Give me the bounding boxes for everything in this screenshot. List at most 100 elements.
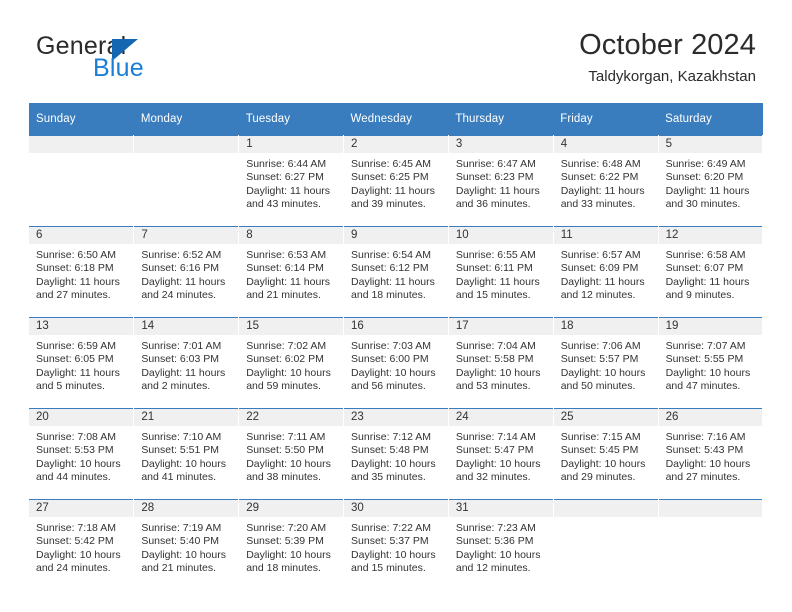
day-detail-line: Daylight: 10 hours <box>560 366 646 379</box>
calendar-week-row: 6 Sunrise: 6:50 AM Sunset: 6:18 PM Daylight… <box>29 226 764 318</box>
day-detail-line: and 44 minutes. <box>36 471 111 484</box>
day-details: Sunrise: 6:54 AM Sunset: 6:12 PM Daylight:… <box>344 244 447 303</box>
day-details: Sunrise: 7:01 AM Sunset: 6:03 PM Daylight:… <box>134 335 237 394</box>
day-detail-line: Sunset: 6:27 PM <box>246 171 324 184</box>
day-number: 17 <box>455 320 469 332</box>
day-number-bar: 16 <box>344 318 448 335</box>
day-detail-line: Sunset: 5:58 PM <box>455 353 534 366</box>
day-details: Sunrise: 7:10 AM Sunset: 5:51 PM Daylight:… <box>134 426 237 485</box>
calendar-day-cell[interactable]: 15 Sunrise: 7:02 AM Sunset: 6:02 PM Dayligh… <box>238 317 345 409</box>
calendar-day-cell[interactable]: 10 Sunrise: 6:55 AM Sunset: 6:11 PM Dayligh… <box>448 226 554 318</box>
calendar-day-cell[interactable]: 27 Sunrise: 7:18 AM Sunset: 5:42 PM Dayligh… <box>29 499 135 590</box>
day-details: Sunrise: 6:49 AM Sunset: 6:20 PM Daylight:… <box>659 153 762 212</box>
calendar-day-cell[interactable]: 14 Sunrise: 7:01 AM Sunset: 6:03 PM Dayligh… <box>133 317 240 409</box>
calendar-day-cell[interactable]: 30 Sunrise: 7:22 AM Sunset: 5:37 PM Dayligh… <box>343 499 449 590</box>
day-detail-line: Daylight: 10 hours <box>351 457 436 470</box>
calendar-day-cell[interactable]: 21 Sunrise: 7:10 AM Sunset: 5:51 PM Dayligh… <box>133 408 240 500</box>
day-details: Sunrise: 7:04 AM Sunset: 5:58 PM Daylight:… <box>449 335 552 394</box>
calendar-day-cell[interactable]: 31 Sunrise: 7:23 AM Sunset: 5:36 PM Dayligh… <box>448 499 554 590</box>
day-number: 4 <box>560 138 568 150</box>
day-number-bar: 17 <box>448 318 553 335</box>
page-subtitle: Taldykorgan, Kazakhstan <box>588 68 756 86</box>
calendar-day-cell[interactable]: 19 Sunrise: 7:07 AM Sunset: 5:55 PM Dayligh… <box>658 317 764 409</box>
calendar-day-cell[interactable]: 2 Sunrise: 6:45 AM Sunset: 6:25 PM Daylight… <box>343 135 449 227</box>
day-number: 28 <box>141 502 155 514</box>
calendar-day-cell[interactable]: 26 Sunrise: 7:16 AM Sunset: 5:43 PM Dayligh… <box>658 408 764 500</box>
calendar-day-cell[interactable]: 3 Sunrise: 6:47 AM Sunset: 6:23 PM Daylight… <box>448 135 554 227</box>
day-detail-line: and 12 minutes. <box>560 289 636 302</box>
day-details: Sunrise: 6:48 AM Sunset: 6:22 PM Daylight:… <box>554 153 657 212</box>
calendar-week-row: 20 Sunrise: 7:08 AM Sunset: 5:53 PM Dayligh… <box>29 408 764 500</box>
calendar-day-cell[interactable]: 17 Sunrise: 7:04 AM Sunset: 5:58 PM Dayligh… <box>448 317 554 409</box>
calendar-day-cell[interactable]: 5 Sunrise: 6:49 AM Sunset: 6:20 PM Daylight… <box>658 135 764 227</box>
weekday-header-wednesday: Wednesday <box>343 103 449 136</box>
day-number: 29 <box>246 502 259 514</box>
calendar-day-cell[interactable]: 22 Sunrise: 7:11 AM Sunset: 5:50 PM Dayligh… <box>238 408 345 500</box>
day-detail-line: Sunrise: 6:50 AM <box>36 249 116 261</box>
calendar-day-cell-empty <box>133 135 240 227</box>
day-detail-line: Sunrise: 7:07 AM <box>665 340 746 352</box>
day-detail-line: Daylight: 11 hours <box>351 275 435 288</box>
day-details: Sunrise: 7:07 AM Sunset: 5:55 PM Daylight:… <box>659 335 762 394</box>
day-number: 23 <box>351 411 364 423</box>
weekday-header-monday: Monday <box>133 103 239 136</box>
day-detail-line: Sunset: 6:23 PM <box>455 171 534 184</box>
day-detail-line: Sunset: 6:07 PM <box>665 262 744 275</box>
day-detail-line: and 53 minutes. <box>455 380 531 393</box>
day-details: Sunrise: 7:16 AM Sunset: 5:43 PM Daylight:… <box>659 426 762 485</box>
day-detail-line: Sunset: 6:00 PM <box>351 353 429 366</box>
day-number-bar <box>553 500 658 517</box>
day-details: Sunrise: 6:59 AM Sunset: 6:05 PM Daylight:… <box>29 335 133 394</box>
calendar-day-cell[interactable]: 24 Sunrise: 7:14 AM Sunset: 5:47 PM Dayligh… <box>448 408 554 500</box>
day-number-bar: 13 <box>29 318 133 335</box>
day-detail-line: and 2 minutes. <box>141 380 211 393</box>
calendar-day-cell[interactable]: 8 Sunrise: 6:53 AM Sunset: 6:14 PM Daylight… <box>238 226 345 318</box>
day-detail-line: Daylight: 11 hours <box>665 275 750 288</box>
calendar-day-cell[interactable]: 20 Sunrise: 7:08 AM Sunset: 5:53 PM Dayligh… <box>29 408 135 500</box>
day-detail-line: Sunset: 5:53 PM <box>36 444 114 457</box>
calendar-day-cell[interactable]: 29 Sunrise: 7:20 AM Sunset: 5:39 PM Dayligh… <box>238 499 345 590</box>
calendar-day-cell[interactable]: 6 Sunrise: 6:50 AM Sunset: 6:18 PM Daylight… <box>29 226 135 318</box>
day-detail-line: and 21 minutes. <box>141 562 217 575</box>
day-details: Sunrise: 6:53 AM Sunset: 6:14 PM Daylight:… <box>239 244 342 303</box>
general-blue-logo[interactable]: General Blue <box>36 34 266 90</box>
day-detail-line: Sunrise: 6:45 AM <box>351 158 431 170</box>
day-detail-line: Daylight: 10 hours <box>665 366 751 379</box>
calendar-day-cell[interactable]: 4 Sunrise: 6:48 AM Sunset: 6:22 PM Daylight… <box>553 135 659 227</box>
calendar-day-cell[interactable]: 25 Sunrise: 7:15 AM Sunset: 5:45 PM Dayligh… <box>553 408 659 500</box>
day-details: Sunrise: 7:18 AM Sunset: 5:42 PM Daylight:… <box>29 517 133 576</box>
calendar-day-cell[interactable]: 18 Sunrise: 7:06 AM Sunset: 5:57 PM Dayligh… <box>553 317 659 409</box>
calendar-day-cell[interactable]: 23 Sunrise: 7:12 AM Sunset: 5:48 PM Dayligh… <box>343 408 449 500</box>
day-details: Sunrise: 7:11 AM Sunset: 5:50 PM Daylight:… <box>239 426 342 485</box>
calendar-day-cell[interactable]: 28 Sunrise: 7:19 AM Sunset: 5:40 PM Dayligh… <box>133 499 240 590</box>
day-number: 25 <box>560 411 574 423</box>
day-detail-line: Daylight: 11 hours <box>36 275 120 288</box>
calendar-day-cell[interactable]: 12 Sunrise: 6:58 AM Sunset: 6:07 PM Dayligh… <box>658 226 764 318</box>
calendar-day-cell[interactable]: 11 Sunrise: 6:57 AM Sunset: 6:09 PM Dayligh… <box>553 226 659 318</box>
calendar-week-row: 13 Sunrise: 6:59 AM Sunset: 6:05 PM Dayligh… <box>29 317 764 409</box>
day-detail-line: Daylight: 10 hours <box>455 548 541 561</box>
calendar-day-cell[interactable]: 13 Sunrise: 6:59 AM Sunset: 6:05 PM Dayligh… <box>29 317 135 409</box>
day-details: Sunrise: 7:06 AM Sunset: 5:57 PM Daylight:… <box>554 335 657 394</box>
day-detail-line: Daylight: 10 hours <box>246 366 331 379</box>
day-detail-line: and 41 minutes. <box>141 471 217 484</box>
day-detail-line: Sunrise: 7:22 AM <box>351 522 431 534</box>
calendar-day-cell[interactable]: 16 Sunrise: 7:03 AM Sunset: 6:00 PM Dayligh… <box>343 317 449 409</box>
calendar-day-cell[interactable]: 1 Sunrise: 6:44 AM Sunset: 6:27 PM Daylight… <box>238 135 345 227</box>
calendar-day-cell[interactable]: 7 Sunrise: 6:52 AM Sunset: 6:16 PM Daylight… <box>133 226 240 318</box>
day-detail-line: Daylight: 10 hours <box>141 548 226 561</box>
day-detail-line: Sunrise: 6:53 AM <box>246 249 327 261</box>
day-detail-line: Sunset: 6:12 PM <box>351 262 429 275</box>
day-detail-line: Sunset: 5:51 PM <box>141 444 219 457</box>
day-detail-line: Daylight: 10 hours <box>246 457 331 470</box>
calendar-day-cell[interactable]: 9 Sunrise: 6:54 AM Sunset: 6:12 PM Daylight… <box>343 226 449 318</box>
day-number-bar: 31 <box>448 500 553 517</box>
day-detail-line: Sunset: 6:22 PM <box>560 171 639 184</box>
day-details: Sunrise: 6:55 AM Sunset: 6:11 PM Daylight:… <box>449 244 552 303</box>
day-detail-line: Daylight: 11 hours <box>36 366 120 379</box>
day-details: Sunrise: 6:47 AM Sunset: 6:23 PM Daylight:… <box>449 153 552 212</box>
calendar-week-row: 27 Sunrise: 7:18 AM Sunset: 5:42 PM Dayligh… <box>29 499 764 590</box>
calendar-page: General Blue October 2024 Taldykorgan, K… <box>0 0 792 612</box>
day-detail-line: and 30 minutes. <box>665 198 741 211</box>
day-detail-line: Sunset: 5:57 PM <box>560 353 639 366</box>
